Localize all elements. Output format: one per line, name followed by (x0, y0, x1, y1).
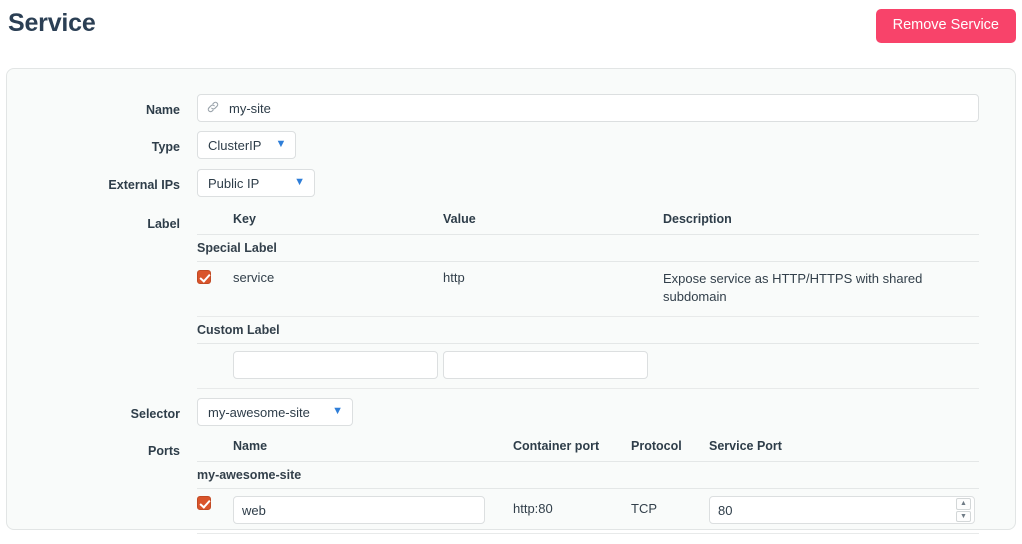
custom-label-input-row (197, 343, 979, 390)
ports-col-name: Name (233, 435, 513, 463)
port-name-input[interactable] (233, 496, 485, 525)
external-ips-label: External IPs (108, 178, 180, 192)
custom-label-value-cell (443, 343, 979, 390)
label-col-key: Key (233, 208, 443, 235)
type-select-value: ClusterIP (208, 137, 262, 153)
form-row-selector: Selector my-awesome-site ▼ (7, 398, 1015, 427)
ports-row-checkbox[interactable] (197, 496, 211, 511)
label-row-description: Expose service as HTTP/HTTPS with shared… (663, 261, 979, 318)
selector-select[interactable]: my-awesome-site ▼ (197, 398, 353, 427)
label-col-description: Description (663, 208, 979, 235)
ports-row-container-port: http:80 (513, 488, 631, 535)
ports-section-label: Ports (148, 444, 180, 459)
type-select[interactable]: ClusterIP ▼ (197, 131, 297, 159)
label-group-custom-name: Custom Label (197, 316, 979, 345)
form-row-external-ips: External IPs Public IP ▼ (7, 169, 1015, 197)
table-row: http:80 TCP ▲ ▼ (197, 488, 979, 535)
label-table: Key Value Description Special Label serv… (197, 208, 979, 390)
ports-col-protocol: Protocol (631, 435, 709, 463)
label-group-special: Special Label (197, 234, 979, 262)
form-row-type: Type ClusterIP ▼ (7, 131, 1015, 159)
label-row-value: http (443, 261, 663, 318)
label-row-key: service (233, 261, 443, 318)
service-page: Service Remove Service Name my-site Type… (0, 0, 1022, 544)
external-ips-field-wrap: Public IP ▼ (197, 169, 1015, 197)
label-table-header-row: Key Value Description (197, 208, 979, 235)
label-row-checkbox[interactable] (197, 270, 211, 284)
form-row-ports: Ports Name Container port Protocol Servi… (7, 435, 1015, 535)
chevron-down-icon: ▼ (332, 404, 343, 417)
external-ips-select-value: Public IP (208, 175, 260, 191)
type-field-wrap: ClusterIP ▼ (197, 131, 1015, 159)
service-port-input[interactable] (709, 496, 975, 525)
ports-table-wrap: Name Container port Protocol Service Por… (197, 435, 1015, 535)
label-table-wrap: Key Value Description Special Label serv… (197, 208, 1015, 390)
name-field-wrap (197, 94, 1015, 122)
selector-select-value: my-awesome-site (208, 404, 310, 420)
chevron-down-icon: ▼ (275, 137, 287, 150)
ports-col-container-port: Container port (513, 435, 631, 463)
selector-label: Selector (130, 407, 180, 422)
label-group-custom: Custom Label (197, 316, 979, 345)
ports-table-header-row: Name Container port Protocol Service Por… (197, 435, 979, 463)
ports-row-service-port-cell: ▲ ▼ (709, 488, 979, 535)
custom-label-check-cell (197, 343, 233, 390)
spinner-up-icon[interactable]: ▲ (956, 498, 971, 510)
form-row-label: Label Key Value Description Special Labe… (7, 208, 1015, 390)
label-col-check (197, 208, 233, 235)
custom-label-key-input[interactable] (233, 351, 438, 380)
label-section-label: Label (147, 217, 180, 231)
table-row: service http Expose service as HTTP/HTTP… (197, 261, 979, 318)
ports-table: Name Container port Protocol Service Por… (197, 435, 979, 535)
selector-field-wrap: my-awesome-site ▼ (197, 398, 1015, 427)
name-input-container (197, 94, 979, 122)
label-row-check-cell (197, 261, 233, 318)
page-header: Service Remove Service (0, 0, 1022, 64)
ports-row-protocol: TCP (631, 488, 709, 535)
custom-label-key-cell (233, 343, 443, 390)
ports-row-name-cell (233, 488, 513, 535)
name-input[interactable] (197, 94, 979, 122)
ports-group-row: my-awesome-site (197, 461, 979, 490)
name-label: Name (145, 103, 180, 117)
page-title: Service (8, 9, 96, 37)
external-ips-select[interactable]: Public IP ▼ (197, 169, 315, 197)
ports-row-check-cell (197, 488, 233, 535)
form-row-name: Name (7, 94, 1015, 122)
ports-col-service-port: Service Port (709, 435, 979, 463)
service-port-stepper: ▲ ▼ (709, 496, 975, 525)
ports-group-name: my-awesome-site (197, 461, 979, 490)
service-port-spin-buttons: ▲ ▼ (956, 498, 971, 523)
remove-service-button[interactable]: Remove Service (875, 9, 1016, 43)
custom-label-value-input[interactable] (443, 351, 648, 380)
type-label: Type (151, 140, 180, 154)
label-group-special-name: Special Label (197, 234, 979, 262)
ports-col-check (197, 435, 233, 463)
service-form-card: Name Type ClusterIP ▼ (6, 68, 1016, 535)
label-col-value: Value (443, 208, 663, 235)
spinner-down-icon[interactable]: ▼ (956, 510, 971, 523)
chevron-down-icon: ▼ (294, 175, 305, 188)
